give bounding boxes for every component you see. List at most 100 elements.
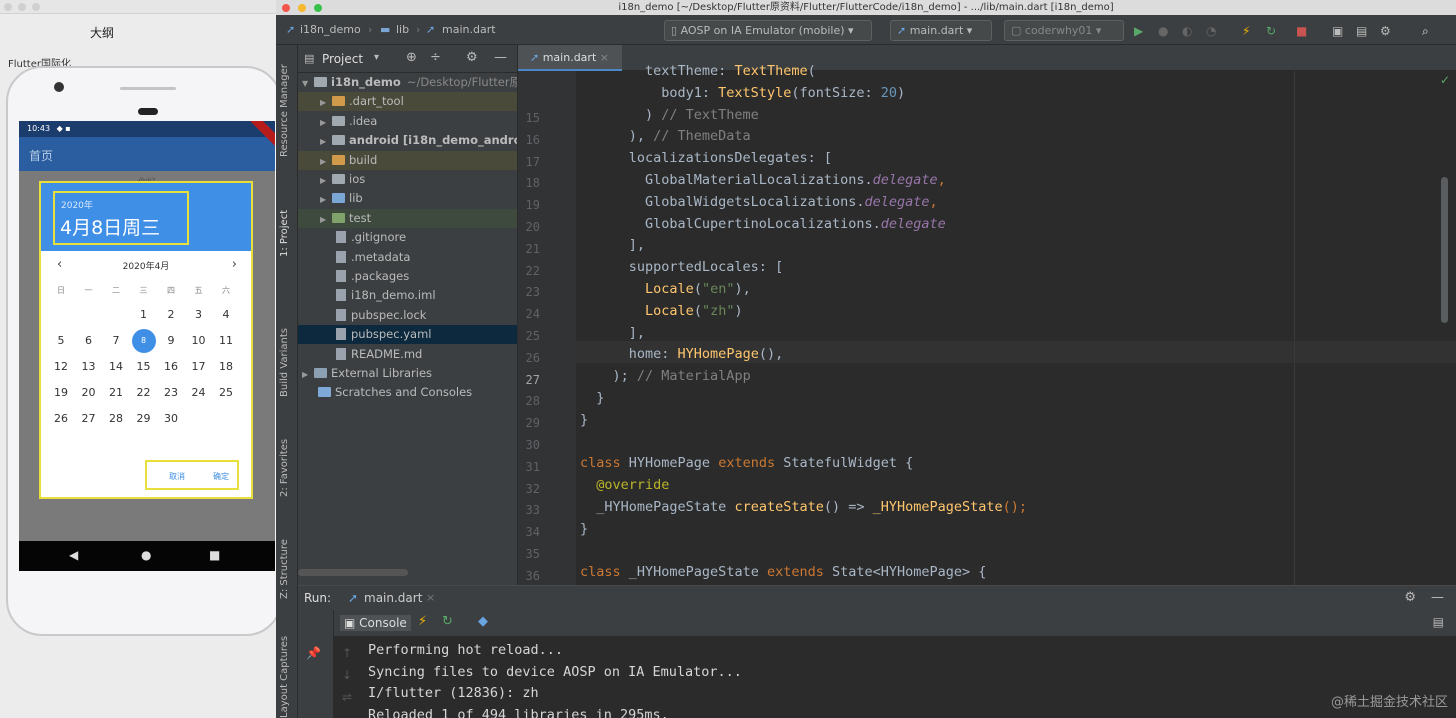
locate-icon[interactable]: ⊕ <box>406 50 417 65</box>
calendar-day[interactable]: 26 <box>49 407 73 431</box>
profile-icon[interactable]: ◔ <box>1206 24 1216 38</box>
calendar-day[interactable]: 19 <box>49 381 73 405</box>
calendar-day[interactable]: 21 <box>104 381 128 405</box>
breadcrumb-project[interactable]: i18n_demo <box>300 23 361 36</box>
code-line[interactable]: ) // TextTheme <box>580 107 759 123</box>
tree-item[interactable]: i18n_demo.iml <box>298 286 517 305</box>
run-config-selector[interactable]: ➚ main.dart ▾ <box>890 20 992 41</box>
tree-item[interactable]: ▶ test <box>298 208 517 229</box>
tab-layout-captures[interactable]: Layout Captures <box>279 636 290 718</box>
calendar-day[interactable]: 5 <box>49 329 73 353</box>
project-scrollbar[interactable] <box>298 569 408 576</box>
hot-reload-icon[interactable]: ⚡ <box>1242 24 1250 38</box>
hide-icon[interactable]: — <box>494 50 507 65</box>
calendar-day[interactable]: 4 <box>214 303 238 327</box>
tree-item[interactable]: ▶ ios <box>298 170 517 190</box>
picker-year[interactable]: 2020年 <box>61 198 93 211</box>
stop-icon[interactable]: ■ <box>1296 24 1307 38</box>
collapse-arrow-icon[interactable]: ▶ <box>320 210 332 229</box>
calendar-day[interactable]: 17 <box>187 355 211 379</box>
selected-day[interactable]: 8 <box>131 329 156 353</box>
tree-item[interactable]: .packages <box>298 267 517 286</box>
wrap-icon[interactable]: ⇌ <box>342 686 352 708</box>
code-line[interactable]: ], <box>580 237 645 253</box>
close-icon[interactable]: × <box>426 591 435 604</box>
arrow-up-icon[interactable]: ↑ <box>342 642 352 664</box>
calendar-day[interactable]: 13 <box>77 355 101 379</box>
expand-arrow-icon[interactable]: ▼ <box>302 74 314 93</box>
chevron-down-icon[interactable]: ▾ <box>374 52 379 63</box>
calendar-day[interactable]: 15 <box>132 355 156 379</box>
code-line[interactable]: } <box>580 521 588 537</box>
calendar-day[interactable]: 10 <box>187 329 211 353</box>
cancel-button[interactable]: 取消 <box>169 471 185 482</box>
calendar-day[interactable]: 24 <box>187 381 211 405</box>
tab-structure[interactable]: Z: Structure <box>279 539 290 599</box>
tree-item[interactable]: .metadata <box>298 248 517 267</box>
code-line[interactable]: localizationsDelegates: [ <box>580 150 832 166</box>
code-line[interactable]: supportedLocales: [ <box>580 259 783 275</box>
layout-icon[interactable]: ▤ <box>1433 615 1444 629</box>
calendar-day[interactable]: 9 <box>159 329 183 353</box>
calendar-day[interactable]: 25 <box>214 381 238 405</box>
calendar-day[interactable]: 28 <box>104 407 128 431</box>
calendar-day[interactable]: 7 <box>104 329 128 353</box>
calendar-day[interactable]: 6 <box>77 329 101 353</box>
device-manager-icon[interactable]: ▤ <box>1356 24 1367 38</box>
zoom-dot-icon[interactable] <box>32 3 40 11</box>
recents-icon[interactable]: ■ <box>209 548 220 562</box>
collapse-arrow-icon[interactable]: ▶ <box>302 365 314 384</box>
tree-item[interactable]: pubspec.lock <box>298 306 517 325</box>
calendar-day[interactable]: 29 <box>132 407 156 431</box>
tab-console[interactable]: ▣ Console <box>340 615 411 631</box>
debug-icon[interactable]: ● <box>1158 24 1168 38</box>
close-dot-icon[interactable] <box>282 4 290 12</box>
hot-restart-icon[interactable]: ↻ <box>1266 24 1276 38</box>
code-line[interactable]: GlobalCupertinoLocalizations.delegate <box>580 216 946 232</box>
code-line[interactable]: } <box>580 390 604 406</box>
project-view-selector[interactable]: Project <box>322 52 363 66</box>
calendar-day[interactable]: 27 <box>77 407 101 431</box>
minimize-dot-icon[interactable] <box>18 3 26 11</box>
code-line[interactable]: GlobalMaterialLocalizations.delegate, <box>580 172 946 188</box>
tree-item[interactable]: Scratches and Consoles <box>298 383 517 402</box>
calendar-day[interactable]: 30 <box>159 407 183 431</box>
collapse-arrow-icon[interactable]: ▶ <box>320 93 332 112</box>
calendar-day[interactable]: 18 <box>214 355 238 379</box>
code-line[interactable]: ], <box>580 325 645 341</box>
tab-project[interactable]: 1: Project <box>279 210 290 257</box>
collapse-arrow-icon[interactable]: ▶ <box>320 171 332 190</box>
code-line[interactable]: Locale("zh") <box>580 303 743 319</box>
code-line[interactable]: GlobalWidgetsLocalizations.delegate, <box>580 194 938 210</box>
devtools-icon[interactable]: ◆ <box>478 614 488 629</box>
tree-item[interactable]: ▶ .idea <box>298 112 517 131</box>
gear-icon[interactable]: ⚙ <box>466 50 478 65</box>
device-selector[interactable]: ▯ AOSP on IA Emulator (mobile) ▾ <box>664 20 872 41</box>
code-line[interactable]: textTheme: TextTheme( <box>580 63 816 79</box>
collapse-arrow-icon[interactable]: ▶ <box>320 190 332 209</box>
calendar-day[interactable]: 1 <box>132 303 156 327</box>
calendar-day[interactable]: 12 <box>49 355 73 379</box>
collapse-icon[interactable]: ÷ <box>430 50 441 65</box>
close-dot-icon[interactable] <box>4 3 12 11</box>
code-line[interactable]: ), // ThemeData <box>580 128 751 144</box>
collapse-arrow-icon[interactable]: ▶ <box>320 152 332 171</box>
minimize-dot-icon[interactable] <box>298 4 306 12</box>
zoom-dot-icon[interactable] <box>314 4 322 12</box>
tree-item[interactable]: ▶ .dart_tool <box>298 92 517 112</box>
ok-button[interactable]: 确定 <box>213 471 229 482</box>
attach-icon[interactable]: ◐ <box>1182 24 1192 38</box>
vcs-user-selector[interactable]: ▢ coderwhy01 ▾ <box>1004 20 1124 41</box>
collapse-arrow-icon[interactable]: ▶ <box>320 132 332 151</box>
gear-icon[interactable]: ⚙ <box>1404 590 1416 605</box>
tree-item[interactable]: pubspec.yaml <box>298 325 517 345</box>
tree-item[interactable]: ▶ lib <box>298 189 517 209</box>
hide-icon[interactable]: — <box>1431 590 1444 605</box>
hot-reload-icon[interactable]: ⚡ <box>418 614 427 629</box>
code-line[interactable]: Locale("en"), <box>580 281 751 297</box>
code-line[interactable]: class _HYHomePageState extends State<HYH… <box>580 564 986 580</box>
calendar-day[interactable]: 22 <box>132 381 156 405</box>
calendar-day[interactable]: 16 <box>159 355 183 379</box>
back-icon[interactable]: ◀ <box>69 548 78 562</box>
tab-favorites[interactable]: 2: Favorites <box>279 439 290 497</box>
